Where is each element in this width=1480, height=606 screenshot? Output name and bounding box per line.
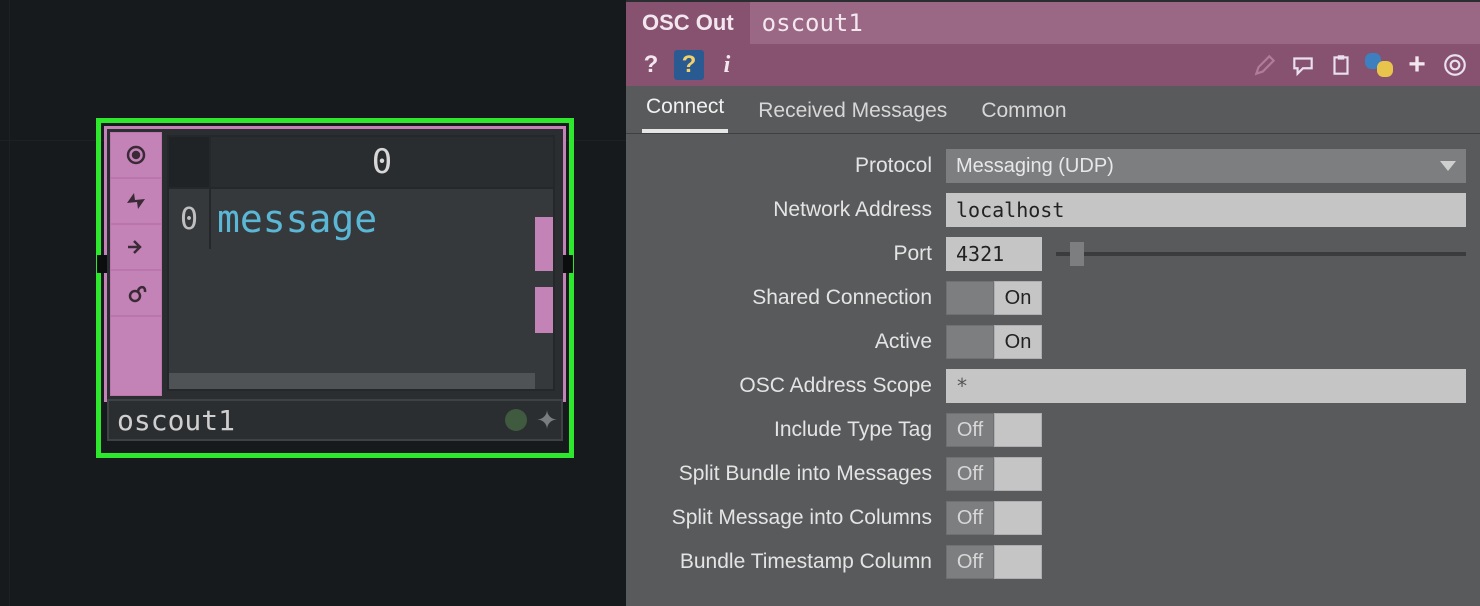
port-slider[interactable]	[1056, 237, 1466, 271]
node-name-bar[interactable]: oscout1 ✦	[107, 399, 563, 441]
parameter-panel: OSC Out oscout1 ? ? i + Connect Received…	[626, 0, 1480, 606]
slider-thumb[interactable]	[1070, 242, 1084, 266]
param-label: Port	[626, 242, 946, 266]
param-row-protocol: Protocol Messaging (UDP)	[626, 144, 1480, 188]
viewer-cell-value[interactable]: message	[211, 189, 553, 249]
operator-type-label: OSC Out	[626, 10, 750, 36]
param-row-shared: Shared Connection On	[626, 276, 1480, 320]
toggle-on-half[interactable]: On	[994, 325, 1042, 359]
param-row-bundlets: Bundle Timestamp Column Off	[626, 540, 1480, 584]
clone-immune-icon[interactable]	[110, 224, 162, 270]
toggle-off-half[interactable]: Off	[946, 545, 994, 579]
node-toolbar	[110, 132, 162, 396]
network-editor[interactable]: 0 0 message oscout1 ✦	[0, 0, 626, 606]
node-flags-icon[interactable]: ✦	[533, 406, 561, 434]
slider-track	[1056, 252, 1466, 256]
toggle-on-half[interactable]	[994, 457, 1042, 491]
info-icon[interactable]: i	[712, 50, 742, 80]
viewer-scroll-section[interactable]	[535, 217, 553, 271]
edit-icon[interactable]	[1250, 50, 1280, 80]
active-toggle[interactable]: On	[946, 325, 1042, 359]
help-wiki-icon[interactable]: ?	[674, 50, 704, 80]
bypass-icon[interactable]	[110, 178, 162, 224]
python-icon[interactable]	[1364, 50, 1394, 80]
param-label: Split Message into Columns	[626, 506, 946, 530]
param-row-active: Active On	[626, 320, 1480, 364]
param-label: Split Bundle into Messages	[626, 462, 946, 486]
lock-icon[interactable]	[110, 270, 162, 316]
toggle-off-half[interactable]	[946, 281, 994, 315]
protocol-dropdown[interactable]: Messaging (UDP)	[946, 149, 1466, 183]
help-icon[interactable]: ?	[636, 50, 666, 80]
viewer-corner	[169, 137, 211, 187]
toggle-off-half[interactable]: Off	[946, 457, 994, 491]
viewer-header-row: 0	[169, 137, 553, 187]
osc-scope-input[interactable]: *	[946, 369, 1466, 403]
cook-indicator-icon	[505, 409, 527, 431]
port-input[interactable]: 4321	[946, 237, 1042, 271]
clipboard-icon[interactable]	[1326, 50, 1356, 80]
viewer-active-icon[interactable]	[110, 132, 162, 178]
viewer-col-header: 0	[211, 137, 553, 187]
param-row-splitbundle: Split Bundle into Messages Off	[626, 452, 1480, 496]
grid-line	[9, 0, 10, 606]
tab-common[interactable]: Common	[977, 89, 1070, 133]
typetag-toggle[interactable]: Off	[946, 413, 1042, 447]
param-row-port: Port 4321	[626, 232, 1480, 276]
toolbar-spacer	[110, 316, 162, 396]
param-row-splitmsg: Split Message into Columns Off	[626, 496, 1480, 540]
node-oscout1[interactable]: 0 0 message oscout1 ✦	[104, 126, 566, 402]
operator-name-field[interactable]: oscout1	[750, 2, 1480, 44]
plus-icon[interactable]: +	[1402, 50, 1432, 80]
parameter-tabs: Connect Received Messages Common	[626, 86, 1480, 134]
parameter-list: Protocol Messaging (UDP) Network Address…	[626, 134, 1480, 594]
target-icon[interactable]	[1440, 50, 1470, 80]
param-label: Include Type Tag	[626, 418, 946, 442]
shared-toggle[interactable]: On	[946, 281, 1042, 315]
param-label: Shared Connection	[626, 286, 946, 310]
node-name-label[interactable]: oscout1	[109, 404, 505, 437]
param-label: Bundle Timestamp Column	[626, 550, 946, 574]
viewer-data-row: 0 message	[169, 187, 553, 249]
param-label: Protocol	[626, 154, 946, 178]
param-row-typetag: Include Type Tag Off	[626, 408, 1480, 452]
splitbundle-toggle[interactable]: Off	[946, 457, 1042, 491]
dropdown-value: Messaging (UDP)	[956, 155, 1114, 178]
toggle-off-half[interactable]: Off	[946, 501, 994, 535]
node-dat-viewer[interactable]: 0 0 message	[167, 135, 555, 391]
node-output-connector[interactable]	[563, 255, 573, 273]
comment-icon[interactable]	[1288, 50, 1318, 80]
panel-toolbar: ? ? i +	[626, 44, 1480, 86]
param-label: OSC Address Scope	[626, 374, 946, 398]
param-row-netaddress: Network Address localhost	[626, 188, 1480, 232]
viewer-scrollbar-bottom[interactable]	[169, 373, 535, 389]
tab-connect[interactable]: Connect	[642, 85, 728, 133]
bundlets-toggle[interactable]: Off	[946, 545, 1042, 579]
viewer-row-index: 0	[169, 189, 211, 249]
toggle-on-half[interactable]: On	[994, 281, 1042, 315]
toggle-off-half[interactable]: Off	[946, 413, 994, 447]
toggle-on-half[interactable]	[994, 413, 1042, 447]
toggle-on-half[interactable]	[994, 501, 1042, 535]
param-label: Active	[626, 330, 946, 354]
viewer-scroll-section[interactable]	[535, 287, 553, 333]
splitmsg-toggle[interactable]: Off	[946, 501, 1042, 535]
tab-received[interactable]: Received Messages	[754, 89, 951, 133]
node-input-connector[interactable]	[97, 255, 107, 273]
toggle-off-half[interactable]	[946, 325, 994, 359]
toggle-on-half[interactable]	[994, 545, 1042, 579]
network-address-input[interactable]: localhost	[946, 193, 1466, 227]
chevron-down-icon	[1440, 161, 1456, 171]
param-label: Network Address	[626, 198, 946, 222]
param-row-scope: OSC Address Scope *	[626, 364, 1480, 408]
viewer-scrollbar-corner	[535, 373, 553, 389]
panel-header: OSC Out oscout1	[626, 2, 1480, 44]
